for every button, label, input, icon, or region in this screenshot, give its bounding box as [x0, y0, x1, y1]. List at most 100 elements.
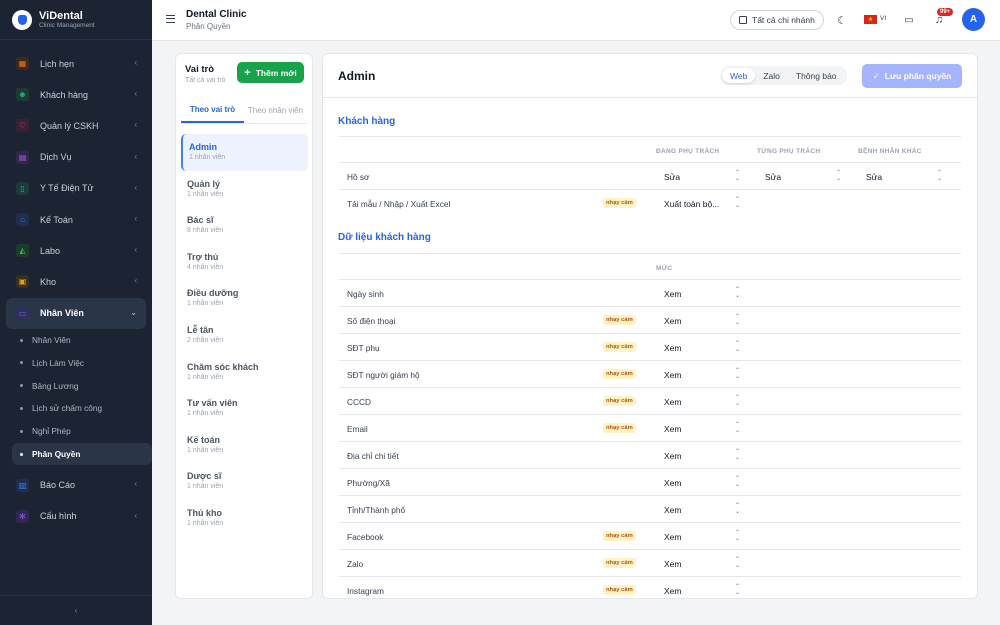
- sensitive-badge: nhạy cảm: [603, 315, 636, 325]
- avatar[interactable]: A: [962, 8, 985, 31]
- role-item[interactable]: Điều dưỡng 1 nhân viên: [181, 280, 308, 317]
- permission-select[interactable]: Sửa ⌃ ⌄: [858, 167, 950, 186]
- menu-icon[interactable]: [166, 15, 175, 23]
- sidebar-item-label: Kho: [40, 276, 57, 287]
- permission-select[interactable]: Xem ⌃ ⌄: [656, 446, 748, 465]
- add-role-label: Thêm mới: [255, 67, 297, 78]
- sidebar-item-y-te-dien-tu[interactable]: ▯ Y Tế Điện Tử ‹: [6, 173, 146, 204]
- subnav-item-nhan-vien[interactable]: Nhân Viên: [20, 329, 146, 352]
- sidebar-item-lich-hen[interactable]: ▦ Lịch hẹn ‹: [6, 48, 146, 79]
- subnav-item-bang-luong[interactable]: Bảng Lương: [20, 374, 146, 397]
- subnav-item-nghi-phep[interactable]: Nghỉ Phép: [20, 420, 146, 443]
- segment-notification[interactable]: Thông báo: [788, 68, 845, 83]
- sidebar-item-dich-vu[interactable]: ▤ Dịch Vụ ‹: [6, 142, 146, 173]
- permission-select[interactable]: Xem ⌃ ⌄: [656, 311, 748, 330]
- role-count: 1 nhân viên: [187, 300, 224, 308]
- sensitive-badge: nhạy cảm: [603, 423, 636, 433]
- select-arrows-icon: ⌃ ⌄: [734, 368, 740, 380]
- sidebar-item-labo[interactable]: ◭ Labo ‹: [6, 235, 146, 266]
- permission-select[interactable]: Xem ⌃ ⌄: [656, 365, 748, 384]
- segment-zalo[interactable]: Zalo: [755, 68, 788, 83]
- role-item[interactable]: Kế toán 1 nhân viên: [181, 427, 308, 464]
- sensitive-badge: nhạy cảm: [603, 531, 636, 541]
- role-item[interactable]: Trợ thủ 4 nhân viên: [181, 244, 308, 281]
- role-name: Điều dưỡng: [187, 288, 239, 299]
- role-item[interactable]: Chăm sóc khách 1 nhân viên: [181, 354, 308, 391]
- chevron-down-icon: ⌄: [130, 307, 137, 317]
- table-row: Instagram nhạy cảm Xem ⌃ ⌄: [339, 577, 961, 598]
- sidebar-item-kho[interactable]: ▣ Kho ‹: [6, 266, 146, 297]
- role-item[interactable]: Lễ tân 2 nhân viên: [181, 317, 308, 354]
- select-arrows-icon: ⌃ ⌄: [734, 395, 740, 407]
- permission-select-value: Xem: [664, 531, 682, 542]
- permission-label: Facebook: [347, 532, 384, 542]
- role-name: Thủ kho: [187, 507, 222, 518]
- role-item[interactable]: Admin 1 nhân viên: [181, 134, 308, 171]
- chevron-left-icon: ‹: [134, 510, 137, 520]
- permission-select[interactable]: Xuất toàn bộ... ⌃ ⌄: [656, 194, 748, 213]
- sidebar-item-nhan-vien[interactable]: ▭ Nhân Viên ⌄: [6, 297, 146, 329]
- role-count: 1 nhân viên: [187, 410, 224, 418]
- briefcase-icon: ▭: [16, 306, 29, 320]
- dark-mode-icon[interactable]: ☾: [834, 12, 850, 28]
- vietnam-flag-icon[interactable]: ★: [864, 15, 877, 24]
- permission-label: SĐT phụ: [347, 343, 380, 353]
- save-permissions-button[interactable]: ✓ Lưu phân quyền: [862, 64, 962, 88]
- role-item[interactable]: Tư vấn viên 1 nhân viên: [181, 390, 308, 427]
- sidebar-item-khach-hang[interactable]: ☻ Khách hàng ‹: [6, 79, 146, 110]
- branch-selector[interactable]: Tất cả chi nhánh: [730, 10, 824, 30]
- permission-select[interactable]: Xem ⌃ ⌄: [656, 500, 748, 519]
- sidebar-item-label: Nhân Viên: [40, 308, 84, 319]
- section-title-du-lieu-khach-hang: Dữ liệu khách hàng: [338, 232, 431, 243]
- subnav-item-phan-quyen[interactable]: Phân Quyền: [12, 442, 152, 466]
- permission-label: Tải mẫu / Nhập / Xuất Excel: [347, 199, 451, 209]
- collapse-sidebar-button[interactable]: ‹: [0, 595, 152, 625]
- permission-select[interactable]: Xem ⌃ ⌄: [656, 284, 748, 303]
- select-arrows-icon: ⌃ ⌄: [734, 557, 740, 569]
- permission-select[interactable]: Xem ⌃ ⌄: [656, 392, 748, 411]
- chat-icon[interactable]: ▭: [901, 12, 917, 28]
- role-count: 1 nhân viên: [189, 154, 226, 161]
- role-count: 1 nhân viên: [187, 483, 224, 491]
- add-role-button[interactable]: + Thêm mới: [237, 62, 304, 83]
- role-item[interactable]: Thủ kho 1 nhân viên: [181, 500, 308, 537]
- language-label[interactable]: VI: [880, 15, 886, 22]
- select-arrows-icon: ⌃ ⌄: [734, 530, 740, 542]
- permission-label: Tỉnh/Thành phố: [347, 505, 406, 515]
- permission-select[interactable]: Xem ⌃ ⌄: [656, 419, 748, 438]
- subnav-item-lich-su-cham-cong[interactable]: Lịch sử chấm công: [20, 397, 146, 420]
- building-icon: [739, 16, 747, 24]
- select-arrows-icon: ⌃ ⌄: [936, 170, 942, 182]
- permission-select[interactable]: Xem ⌃ ⌄: [656, 554, 748, 573]
- heart-icon: ♡: [16, 119, 29, 133]
- role-name: Tư vấn viên: [187, 398, 238, 409]
- permission-select[interactable]: Xem ⌃ ⌄: [656, 581, 748, 598]
- sidebar-item-bao-cao[interactable]: ▥ Báo Cáo ‹: [6, 469, 146, 500]
- role-name: Quản lý: [187, 178, 221, 189]
- permission-select[interactable]: Sửa ⌃ ⌄: [656, 167, 748, 186]
- permission-select[interactable]: Xem ⌃ ⌄: [656, 473, 748, 492]
- sidebar-item-cau-hinh[interactable]: ✻ Cấu hình ‹: [6, 501, 146, 532]
- permission-label: SĐT người giám hộ: [347, 370, 420, 380]
- table-header: MỨC: [339, 253, 961, 280]
- permission-select[interactable]: Xem ⌃ ⌄: [656, 338, 748, 357]
- table-row: SĐT phụ nhạy cảm Xem ⌃ ⌄: [339, 334, 961, 361]
- select-arrows-icon: ⌃ ⌄: [734, 314, 740, 326]
- sidebar-item-cskh[interactable]: ♡ Quản lý CSKH ‹: [6, 110, 146, 141]
- subnav-item-lich-lam-viec[interactable]: Lịch Làm Việc: [20, 351, 146, 374]
- sensitive-badge: nhạy cảm: [603, 585, 636, 595]
- section-title-khach-hang: Khách hàng: [338, 116, 396, 127]
- segment-web[interactable]: Web: [722, 68, 756, 83]
- role-item[interactable]: Bác sĩ 8 nhân viên: [181, 207, 308, 244]
- role-item[interactable]: Quản lý 1 nhân viên: [181, 171, 308, 208]
- tab-by-role[interactable]: Theo vai trò: [181, 98, 244, 123]
- table-row: Zalo nhạy cảm Xem ⌃ ⌄: [339, 550, 961, 577]
- role-name: Trợ thủ: [187, 251, 219, 262]
- permission-label: Hồ sơ: [347, 172, 370, 182]
- permission-select[interactable]: Xem ⌃ ⌄: [656, 527, 748, 546]
- tab-by-staff[interactable]: Theo nhân viên: [244, 98, 307, 123]
- table-row: Tỉnh/Thành phố Xem ⌃ ⌄: [339, 496, 961, 523]
- permission-select[interactable]: Sửa ⌃ ⌄: [757, 167, 849, 186]
- sidebar-item-ke-toan[interactable]: ⌂ Kế Toán ‹: [6, 204, 146, 235]
- role-item[interactable]: Dược sĩ 1 nhân viên: [181, 463, 308, 500]
